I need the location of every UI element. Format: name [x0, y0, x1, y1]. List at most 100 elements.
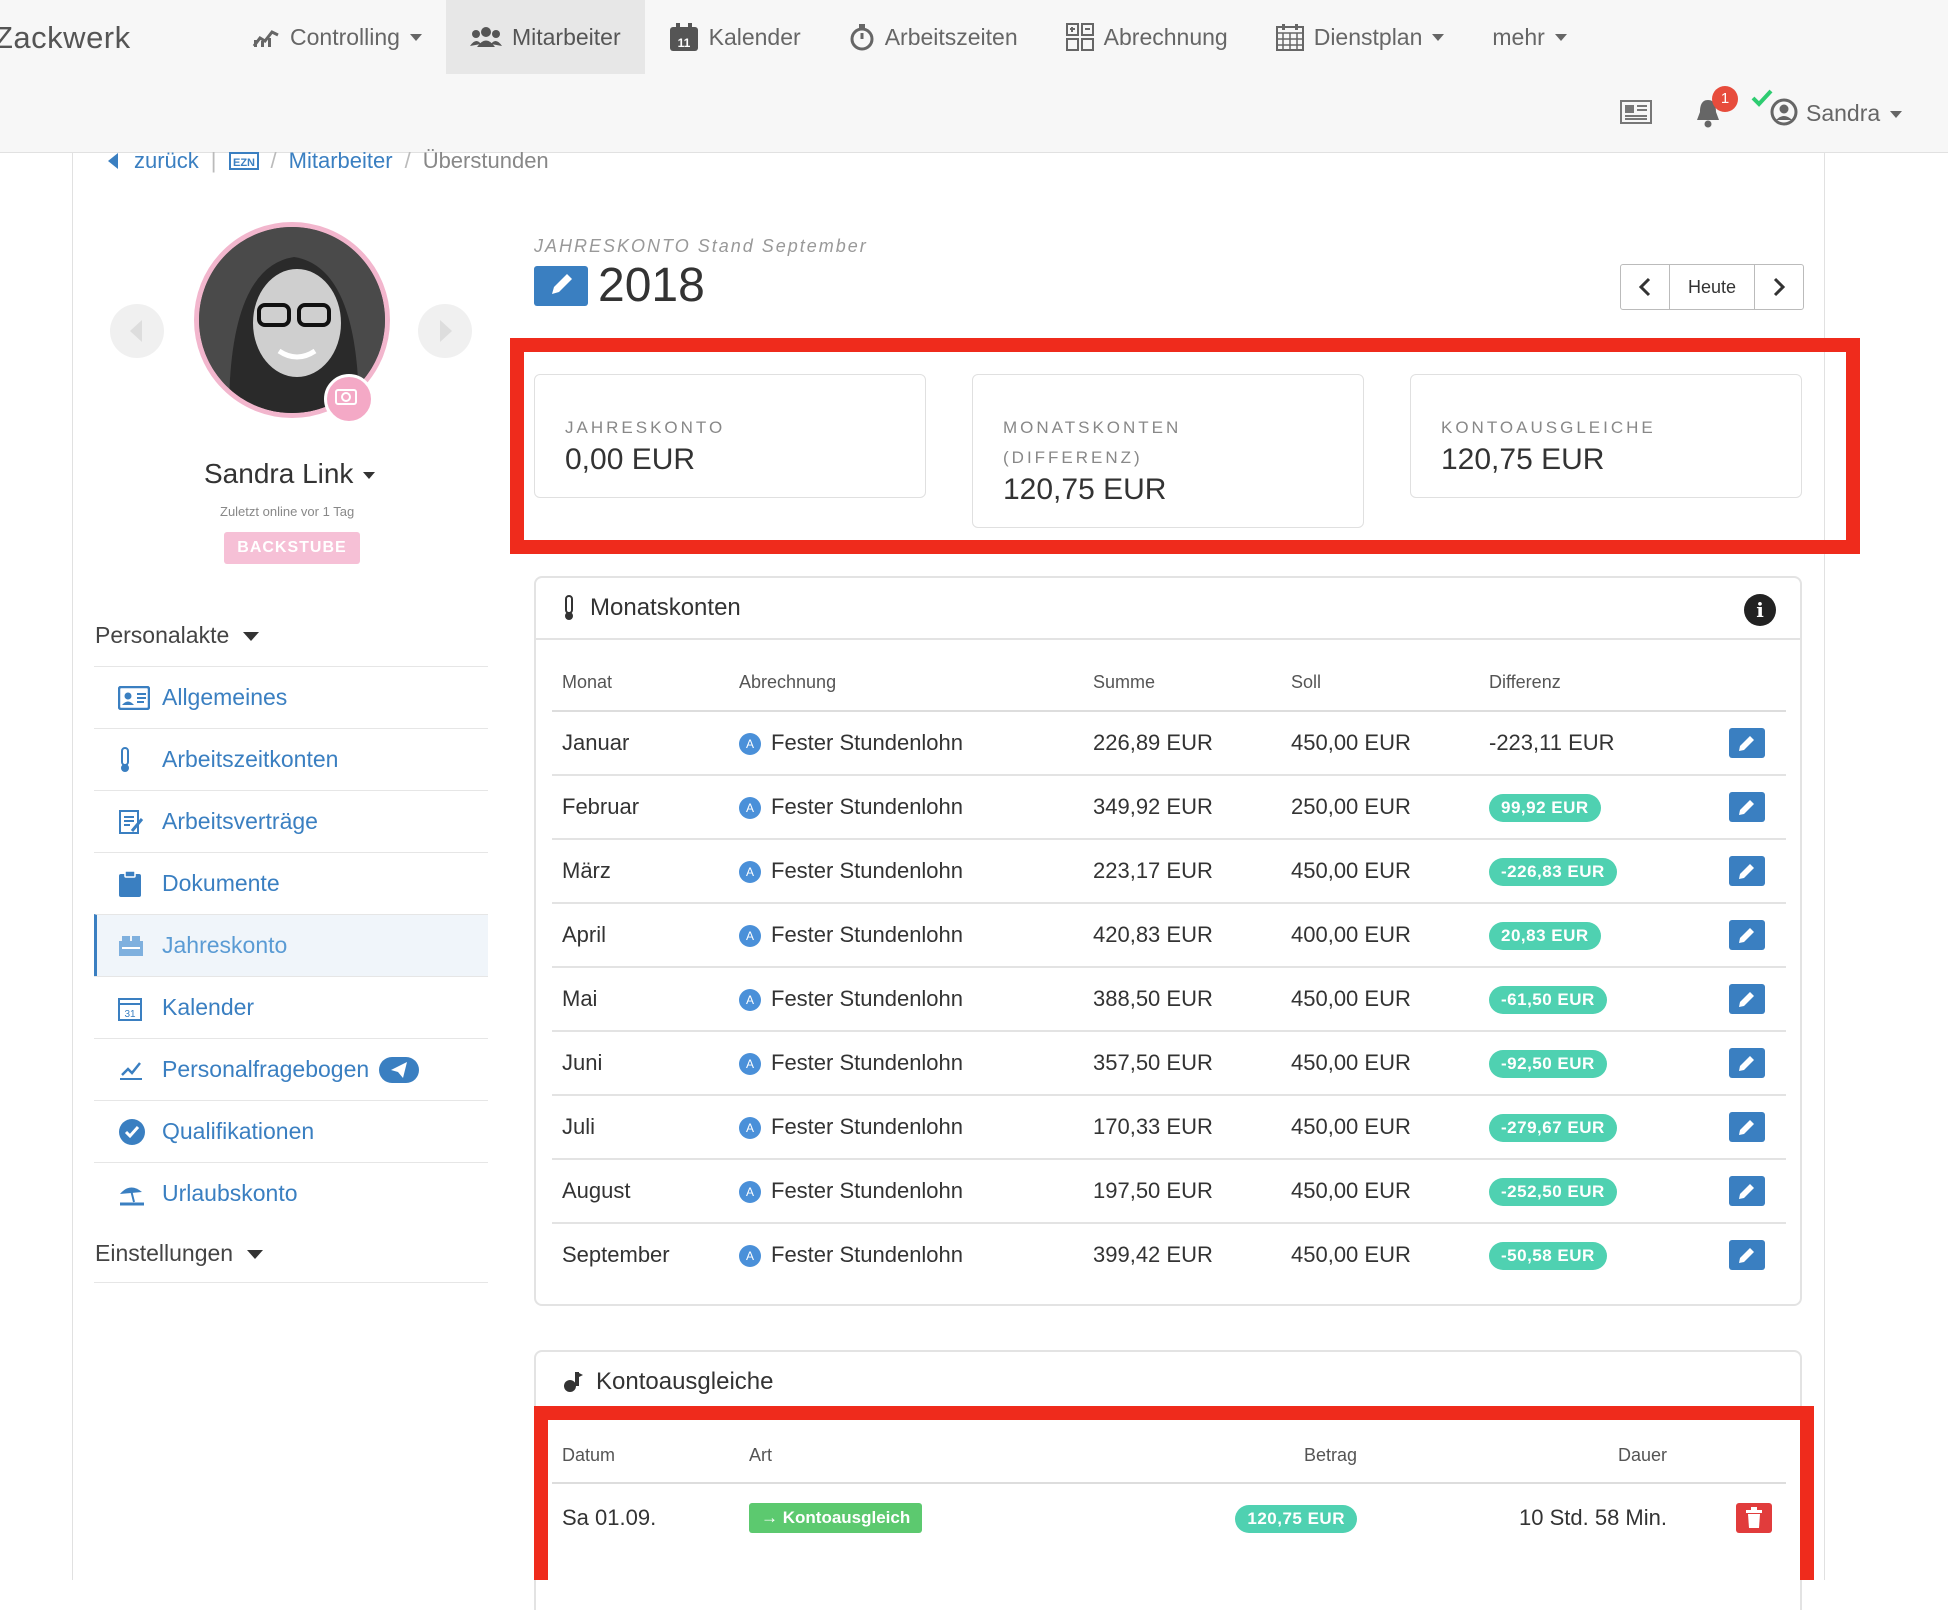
- edit-row-button[interactable]: [1729, 920, 1765, 950]
- caret-down-icon: [363, 472, 376, 480]
- chevron-right-icon: [1773, 277, 1786, 297]
- thermometer-icon: [121, 746, 129, 772]
- stat-label: KONTOAUSGLEICHE: [1441, 418, 1656, 437]
- differenz-badge: -279,67 EUR: [1489, 1113, 1617, 1142]
- abrechnung-label: Fester Stundenlohn: [771, 730, 964, 755]
- edit-row-button[interactable]: [1729, 792, 1765, 822]
- caret-down-icon: [243, 632, 260, 642]
- brand-logo[interactable]: Zackwerk: [0, 20, 131, 56]
- edit-row-button[interactable]: [1729, 1240, 1765, 1270]
- caret-right-icon: [440, 320, 452, 342]
- id-badge-icon[interactable]: EZN: [228, 152, 259, 170]
- cell-monat: Februar: [552, 775, 738, 840]
- differenz-badge: 99,92 EUR: [1489, 793, 1601, 822]
- cell-differenz: 99,92 EUR: [1488, 775, 1728, 840]
- today-button[interactable]: Heute: [1669, 265, 1755, 309]
- column-header[interactable]: Summe: [1092, 654, 1290, 712]
- table-row: Februar A Fester Stundenlohn 349,92 EUR 2…: [552, 775, 1786, 840]
- breadcrumb-separator: |: [210, 148, 217, 173]
- sidebar-item-kalender[interactable]: 31 Kalender: [94, 976, 488, 1038]
- nav-abrechnung[interactable]: Abrechnung: [1042, 0, 1252, 74]
- cell-actions: [1728, 967, 1786, 1032]
- column-header[interactable]: Abrechnung: [738, 654, 1092, 712]
- back-link[interactable]: zurück: [134, 148, 199, 174]
- personalakte-toggle[interactable]: Personalakte: [95, 622, 260, 649]
- nav-label: mehr: [1492, 23, 1545, 50]
- info-icon[interactable]: i: [1744, 594, 1776, 626]
- next-employee-button[interactable]: [418, 304, 472, 358]
- stat-value: 120,75 EUR: [1441, 443, 1605, 476]
- newspaper-icon[interactable]: [1620, 100, 1652, 124]
- cell-abrechnung: A Fester Stundenlohn: [738, 711, 1092, 776]
- nav-mehr[interactable]: mehr: [1468, 0, 1590, 74]
- clipboard-icon: [119, 869, 141, 897]
- next-year-button[interactable]: [1755, 265, 1803, 309]
- abrechnung-type-icon: A: [739, 1181, 761, 1204]
- edit-row-button[interactable]: [1729, 1112, 1765, 1142]
- edit-row-button[interactable]: [1729, 728, 1765, 758]
- edit-row-button[interactable]: [1729, 984, 1765, 1014]
- edit-year-button[interactable]: [534, 266, 588, 306]
- sidebar-item-allgemeines[interactable]: Allgemeines: [94, 666, 488, 728]
- cell-abrechnung: A Fester Stundenlohn: [738, 903, 1092, 968]
- sidebar-item-qualifikationen[interactable]: Qualifikationen: [94, 1100, 488, 1162]
- cell-abrechnung: A Fester Stundenlohn: [738, 967, 1092, 1032]
- table-row: März A Fester Stundenlohn 223,17 EUR 450,…: [552, 839, 1786, 904]
- edit-row-button[interactable]: [1729, 856, 1765, 886]
- cell-soll: 250,00 EUR: [1290, 775, 1488, 840]
- stat-value: 120,75 EUR: [1003, 473, 1167, 506]
- cell-differenz: -61,50 EUR: [1488, 967, 1728, 1032]
- sidebar-item-jahreskonto[interactable]: Jahreskonto: [94, 914, 488, 976]
- caret-left-icon: [108, 153, 118, 169]
- breadcrumb-mitarbeiter[interactable]: Mitarbeiter: [289, 148, 393, 174]
- sidebar-item-personalfragebogen[interactable]: Personalfragebogen: [94, 1038, 488, 1100]
- nav-arbeitszeiten[interactable]: Arbeitszeiten: [825, 0, 1042, 74]
- prev-year-button[interactable]: [1621, 265, 1669, 309]
- panel-header: Monatskonten: [536, 578, 1800, 640]
- sidebar-item-urlaubskonto[interactable]: Urlaubskonto: [94, 1162, 488, 1224]
- year-title: 2018: [598, 259, 705, 312]
- cell-abrechnung: A Fester Stundenlohn: [738, 1159, 1092, 1224]
- sidebar-item-arbeitszeitkonten[interactable]: Arbeitszeitkonten: [94, 728, 488, 790]
- edit-row-button[interactable]: [1729, 1048, 1765, 1078]
- cell-soll: 450,00 EUR: [1290, 711, 1488, 776]
- calendar-icon: 11: [669, 23, 698, 51]
- stopwatch-icon: [850, 24, 874, 51]
- sidebar-item-arbeitsvertraege[interactable]: Arbeitsverträge: [94, 790, 488, 852]
- change-photo-button[interactable]: [324, 374, 374, 424]
- cell-soll: 450,00 EUR: [1290, 1095, 1488, 1160]
- table-header-row: Monat Abrechnung Summe Soll Differenz: [552, 654, 1786, 712]
- nav-label: Dienstplan: [1313, 23, 1423, 50]
- prev-employee-button[interactable]: [110, 304, 164, 358]
- nav-controlling[interactable]: Controlling: [228, 0, 446, 74]
- caret-left-icon: [130, 320, 142, 342]
- cell-differenz: -92,50 EUR: [1488, 1031, 1728, 1096]
- cell-summe: 170,33 EUR: [1092, 1095, 1290, 1160]
- nav-mitarbeiter[interactable]: Mitarbeiter: [445, 0, 645, 74]
- user-menu[interactable]: Sandra: [1806, 100, 1903, 127]
- einstellungen-toggle[interactable]: Einstellungen: [95, 1240, 264, 1267]
- differenz-badge: -50,58 EUR: [1489, 1241, 1607, 1270]
- edit-row-button[interactable]: [1729, 1176, 1765, 1206]
- column-header[interactable]: Differenz: [1488, 654, 1728, 712]
- abrechnung-type-icon: A: [739, 1117, 761, 1140]
- abrechnung-type-icon: A: [739, 989, 761, 1012]
- employee-name-dropdown[interactable]: Sandra Link: [204, 458, 376, 490]
- stat-value: 0,00 EUR: [565, 443, 696, 476]
- abrechnung-label: Fester Stundenlohn: [771, 1178, 964, 1203]
- section-label: Personalakte: [95, 622, 230, 648]
- sidebar-item-label: Arbeitsverträge: [162, 808, 318, 834]
- sidebar-item-label: Urlaubskonto: [162, 1180, 298, 1206]
- column-header[interactable]: Soll: [1290, 654, 1488, 712]
- nav-kalender[interactable]: 11 Kalender: [645, 0, 825, 74]
- id-card-icon: [118, 685, 150, 710]
- nav-dienstplan[interactable]: Dienstplan: [1252, 0, 1469, 74]
- user-circle-icon[interactable]: [1770, 98, 1798, 126]
- abrechnung-label: Fester Stundenlohn: [771, 858, 964, 883]
- caret-down-icon: [247, 1250, 264, 1260]
- sidebar-item-dokumente[interactable]: Dokumente: [94, 852, 488, 914]
- cell-soll: 450,00 EUR: [1290, 1031, 1488, 1096]
- breadcrumb: zurück | EZN / Mitarbeiter / Überstunden: [108, 148, 549, 174]
- cell-monat: September: [562, 1242, 670, 1267]
- column-header[interactable]: Monat: [552, 654, 738, 712]
